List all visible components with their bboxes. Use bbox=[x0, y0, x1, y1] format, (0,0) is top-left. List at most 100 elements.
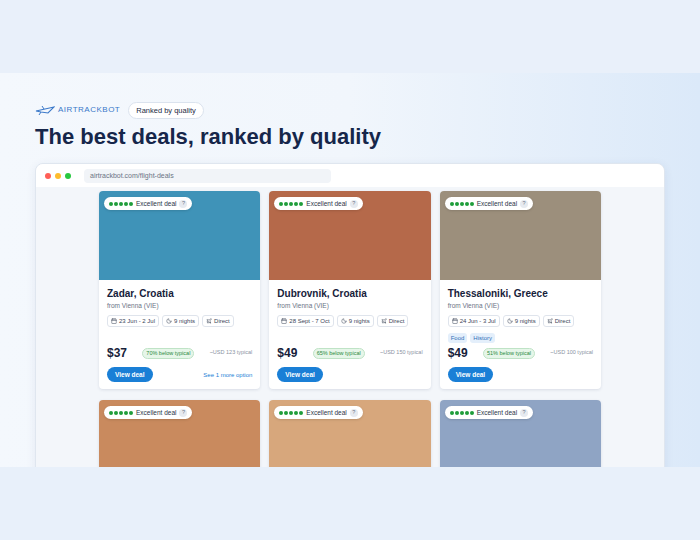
stops-chip: Direct bbox=[202, 315, 234, 327]
top-band bbox=[0, 0, 700, 73]
heading: The best deals, ranked by quality bbox=[35, 123, 665, 151]
help-icon[interactable]: ? bbox=[350, 409, 358, 417]
rating-badge: Excellent deal? bbox=[274, 406, 362, 419]
deals-area: Excellent deal?Zadar, Croatiafrom Vienna… bbox=[36, 187, 664, 467]
stops-chip: Direct bbox=[377, 315, 409, 327]
hero-section: AIRTRACKBOT Ranked by quality The best dea… bbox=[0, 73, 700, 467]
price-row: $49 65% below typical ~USD 150 typical bbox=[277, 345, 422, 361]
rating-badge: Excellent deal? bbox=[445, 197, 533, 210]
rating-dot-icon bbox=[279, 202, 283, 206]
more-options-link[interactable]: See 1 more option bbox=[203, 372, 252, 378]
help-icon[interactable]: ? bbox=[520, 200, 528, 208]
rating-dot-icon bbox=[119, 411, 123, 415]
minimize-dot-icon[interactable] bbox=[55, 173, 61, 179]
card-origin: from Vienna (VIE) bbox=[107, 301, 252, 311]
rating-label: Excellent deal bbox=[136, 408, 176, 417]
price: $49 bbox=[277, 347, 297, 359]
rating-dot-icon bbox=[470, 411, 474, 415]
rating-badge: Excellent deal? bbox=[445, 406, 533, 419]
card-tags: FoodHistory bbox=[448, 333, 593, 343]
calendar-icon bbox=[111, 318, 117, 324]
savings-badge: 70% below typical bbox=[142, 348, 194, 359]
card-actions: View deal bbox=[448, 367, 593, 382]
card-title: Dubrovnik, Croatia bbox=[277, 287, 422, 300]
calendar-icon bbox=[452, 318, 458, 324]
nights-chip: 9 nights bbox=[337, 315, 374, 327]
tag: History bbox=[470, 333, 495, 343]
rating-dot-icon bbox=[460, 202, 464, 206]
rating-stars bbox=[109, 411, 133, 415]
rating-dot-icon bbox=[109, 411, 113, 415]
rating-dot-icon bbox=[289, 411, 293, 415]
nights-chip: 9 nights bbox=[162, 315, 199, 327]
view-deal-button[interactable]: View deal bbox=[448, 367, 494, 382]
destination-photo: Excellent deal? bbox=[440, 400, 601, 467]
rating-badge: Excellent deal? bbox=[104, 197, 192, 210]
price-row: $3770% below typical~USD 123 typical bbox=[107, 345, 252, 361]
deal-card: Excellent deal? bbox=[440, 400, 601, 467]
card-actions: View deal bbox=[277, 367, 422, 382]
rating-dot-icon bbox=[284, 411, 288, 415]
rating-dot-icon bbox=[129, 411, 133, 415]
rating-dot-icon bbox=[465, 202, 469, 206]
card-origin: from Vienna (VIE) bbox=[277, 301, 422, 311]
help-icon[interactable]: ? bbox=[350, 200, 358, 208]
destination-photo: Excellent deal? bbox=[99, 400, 260, 467]
deal-card: Excellent deal? bbox=[99, 400, 260, 467]
close-dot-icon[interactable] bbox=[45, 173, 51, 179]
rating-label: Excellent deal bbox=[306, 199, 346, 208]
rating-dot-icon bbox=[294, 411, 298, 415]
rating-dot-icon bbox=[450, 202, 454, 206]
ranked-pill: Ranked by quality bbox=[128, 102, 204, 119]
calendar-icon bbox=[281, 318, 287, 324]
url-bar[interactable]: airtrackbot.com/flight-deals bbox=[84, 169, 331, 183]
rating-dot-icon bbox=[450, 411, 454, 415]
rating-dot-icon bbox=[119, 202, 123, 206]
deal-card: Excellent deal? Zadar, Croatiafrom Vienna… bbox=[99, 191, 260, 389]
help-icon[interactable]: ? bbox=[179, 409, 187, 417]
rating-dot-icon bbox=[460, 411, 464, 415]
card-chips: 28 Sept - 7 Oct 9 nightsDirect bbox=[277, 315, 422, 327]
card-chips: 23 Jun - 2 Jul9 nightsDirect bbox=[107, 315, 252, 327]
card-title: Zadar, Croatia bbox=[107, 287, 252, 300]
card-tags bbox=[277, 333, 422, 343]
rating-stars bbox=[450, 202, 474, 206]
destination-photo: Excellent deal? bbox=[269, 400, 430, 467]
rating-dot-icon bbox=[124, 411, 128, 415]
typical-price: ~USD 100 typical bbox=[550, 350, 593, 356]
help-icon[interactable]: ? bbox=[179, 200, 187, 208]
price-row: $4951% below typical~USD 100 typical bbox=[448, 345, 593, 361]
tag: Food bbox=[448, 333, 468, 343]
view-deal-button[interactable]: View deal bbox=[277, 367, 323, 382]
rating-dot-icon bbox=[284, 202, 288, 206]
logo: AIRTRACKBOT bbox=[35, 104, 120, 116]
dates-chip: 28 Sept - 7 Oct bbox=[277, 315, 333, 327]
rating-dot-icon bbox=[299, 202, 303, 206]
rating-dot-icon bbox=[294, 202, 298, 206]
help-icon[interactable]: ? bbox=[520, 409, 528, 417]
destination-photo: Excellent deal? bbox=[440, 191, 601, 280]
plane-icon bbox=[547, 318, 553, 324]
plane-icon bbox=[206, 318, 212, 324]
rating-label: Excellent deal bbox=[306, 408, 346, 417]
browser-window: airtrackbot.com/flight-deals Excellent de… bbox=[35, 163, 665, 467]
rating-dot-icon bbox=[299, 411, 303, 415]
rating-dot-icon bbox=[289, 202, 293, 206]
logo-plane-icon bbox=[35, 104, 55, 116]
typical-price: ~USD 123 typical bbox=[210, 350, 253, 356]
rating-dot-icon bbox=[279, 411, 283, 415]
rating-stars bbox=[109, 202, 133, 206]
stops-chip: Direct bbox=[543, 315, 575, 327]
rating-stars bbox=[450, 411, 474, 415]
savings-badge: 65% below typical bbox=[313, 348, 365, 359]
zoom-dot-icon[interactable] bbox=[65, 173, 71, 179]
moon-icon bbox=[341, 318, 347, 324]
view-deal-button[interactable]: View deal bbox=[107, 367, 153, 382]
dates-chip: 24 Jun - 3 Jul bbox=[448, 315, 500, 327]
typical-price: ~USD 150 typical bbox=[380, 350, 423, 356]
savings-badge: 51% below typical bbox=[483, 348, 535, 359]
rating-label: Excellent deal bbox=[477, 408, 517, 417]
deal-card: Excellent deal?Thessaloniki, Greecefrom … bbox=[440, 191, 601, 389]
nights-chip: 9 nights bbox=[503, 315, 540, 327]
rating-dot-icon bbox=[114, 411, 118, 415]
